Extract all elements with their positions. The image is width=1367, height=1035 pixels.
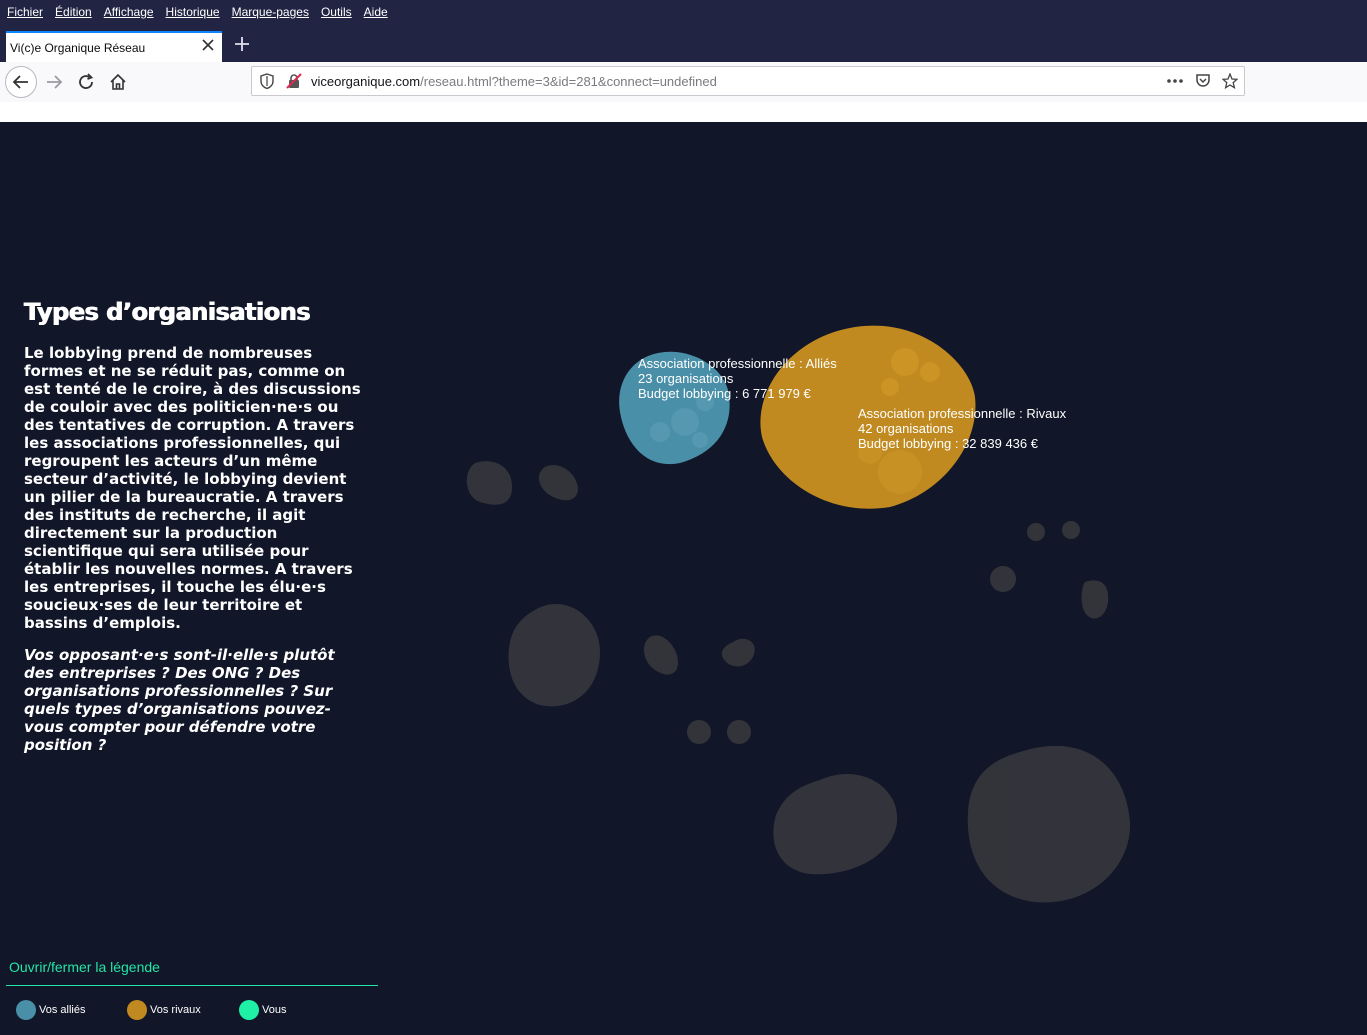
rivals-node xyxy=(881,378,899,396)
rivals-node xyxy=(891,348,919,376)
intro-question: Vos opposant·e·s sont-il·elle·s plutôt d… xyxy=(24,646,335,754)
legend-item-allies: Vos alliés xyxy=(16,1000,85,1020)
inactive-cluster[interactable] xyxy=(727,720,751,744)
url-path: /reseau.html?theme=3&id=281&connect=unde… xyxy=(420,74,717,89)
inactive-cluster[interactable] xyxy=(1062,521,1080,539)
shield-icon[interactable] xyxy=(260,73,274,93)
intro-body: Le lobbying prend de nombreuses formes e… xyxy=(24,344,361,632)
home-icon[interactable] xyxy=(102,66,134,98)
legend-swatch-you xyxy=(239,1000,259,1020)
menu-historique[interactable]: Historique xyxy=(166,5,220,19)
legend-toggle-link[interactable]: Ouvrir/fermer la légende xyxy=(9,959,160,975)
url-domain: viceorganique.com xyxy=(311,74,421,89)
pocket-icon[interactable] xyxy=(1195,73,1211,93)
label-allies-name: Association professionnelle : Alliés xyxy=(638,356,837,371)
url-text: viceorganique.com/reseau.html?theme=3&id… xyxy=(311,74,717,89)
inactive-clusters xyxy=(466,461,1131,903)
allies-node xyxy=(692,432,708,448)
inactive-cluster[interactable] xyxy=(538,465,578,501)
label-rivals-name: Association professionnelle : Rivaux xyxy=(858,406,1067,421)
allies-node xyxy=(671,408,699,436)
page-content: Types d’organisations Le lobbying prend … xyxy=(0,122,1367,1035)
back-arrow-icon[interactable] xyxy=(5,66,37,98)
menu-marque-pages[interactable]: Marque-pages xyxy=(232,5,309,19)
bookmark-star-icon[interactable] xyxy=(1221,72,1239,93)
new-tab-icon[interactable] xyxy=(232,34,252,54)
legend-panel: Ouvrir/fermer la légende Vos alliés Vos … xyxy=(0,952,400,1035)
inactive-cluster[interactable] xyxy=(721,638,755,667)
label-allies-count: 23 organisations xyxy=(638,371,734,386)
legend-item-you: Vous xyxy=(239,1000,286,1020)
menu-aide[interactable]: Aide xyxy=(364,5,388,19)
close-icon[interactable] xyxy=(200,37,216,53)
network-visualization[interactable]: Association professionnelle : Alliés 23 … xyxy=(400,122,1367,952)
browser-tab[interactable]: Vi(c)e Organique Réseau xyxy=(6,31,222,62)
legend-swatch-allies xyxy=(16,1000,36,1020)
inactive-cluster[interactable] xyxy=(1081,580,1109,619)
allies-node xyxy=(650,422,670,442)
legend-label-rivals: Vos rivaux xyxy=(150,1004,201,1016)
intro-panel: Types d’organisations Le lobbying prend … xyxy=(24,298,369,754)
inactive-cluster[interactable] xyxy=(643,635,678,675)
insecure-lock-icon[interactable] xyxy=(286,73,302,93)
menu-edition[interactable]: Édition xyxy=(55,5,92,19)
navigation-bar: viceorganique.com/reseau.html?theme=3&id… xyxy=(0,62,1367,103)
label-rivals-count: 42 organisations xyxy=(858,421,954,436)
menu-affichage[interactable]: Affichage xyxy=(104,5,154,19)
menu-outils[interactable]: Outils xyxy=(321,5,352,19)
legend-label-you: Vous xyxy=(262,1004,287,1016)
legend-label-allies: Vos alliés xyxy=(39,1004,86,1016)
label-rivals-budget: Budget lobbying : 32 839 436 € xyxy=(858,436,1039,451)
legend-divider xyxy=(6,985,378,986)
menu-fichier[interactable]: Fichier xyxy=(7,5,43,19)
page-title: Types d’organisations xyxy=(24,298,311,326)
inactive-cluster[interactable] xyxy=(1027,523,1045,541)
legend-item-rivals: Vos rivaux xyxy=(127,1000,201,1020)
label-allies-budget: Budget lobbying : 6 771 979 € xyxy=(638,386,812,401)
inactive-cluster[interactable] xyxy=(967,745,1131,903)
address-bar[interactable]: viceorganique.com/reseau.html?theme=3&id… xyxy=(251,66,1245,96)
tab-bar: Vi(c)e Organique Réseau xyxy=(0,24,1367,62)
tab-title: Vi(c)e Organique Réseau xyxy=(10,41,146,55)
inactive-cluster[interactable] xyxy=(508,604,600,707)
inactive-cluster[interactable] xyxy=(466,461,512,505)
inactive-cluster[interactable] xyxy=(990,566,1016,592)
inactive-cluster[interactable] xyxy=(773,774,898,875)
rivals-node xyxy=(878,450,922,494)
reload-icon[interactable] xyxy=(70,66,102,98)
legend-swatch-rivals xyxy=(127,1000,147,1020)
menu-bar: Fichier Édition Affichage Historique Mar… xyxy=(0,0,1367,24)
inactive-cluster[interactable] xyxy=(687,720,711,744)
forward-arrow-icon[interactable] xyxy=(38,66,70,98)
more-actions-icon[interactable] xyxy=(1166,73,1184,93)
browser-chrome-spacer xyxy=(0,102,1367,122)
rivals-node xyxy=(920,362,940,382)
